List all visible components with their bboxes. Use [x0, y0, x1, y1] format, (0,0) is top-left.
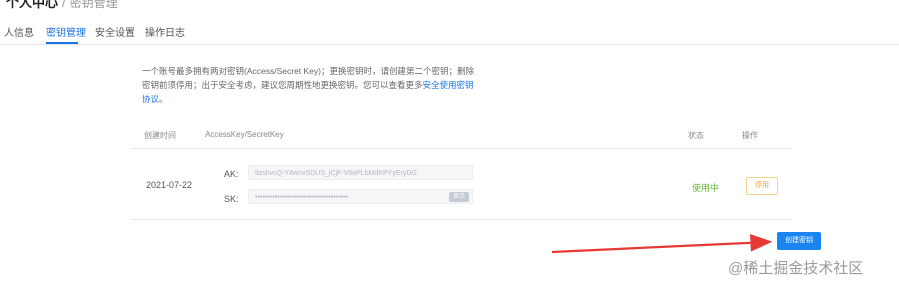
- watermark-text: @稀土掘金技术社区: [728, 260, 864, 277]
- red-arrow-annotation: [551, 234, 773, 254]
